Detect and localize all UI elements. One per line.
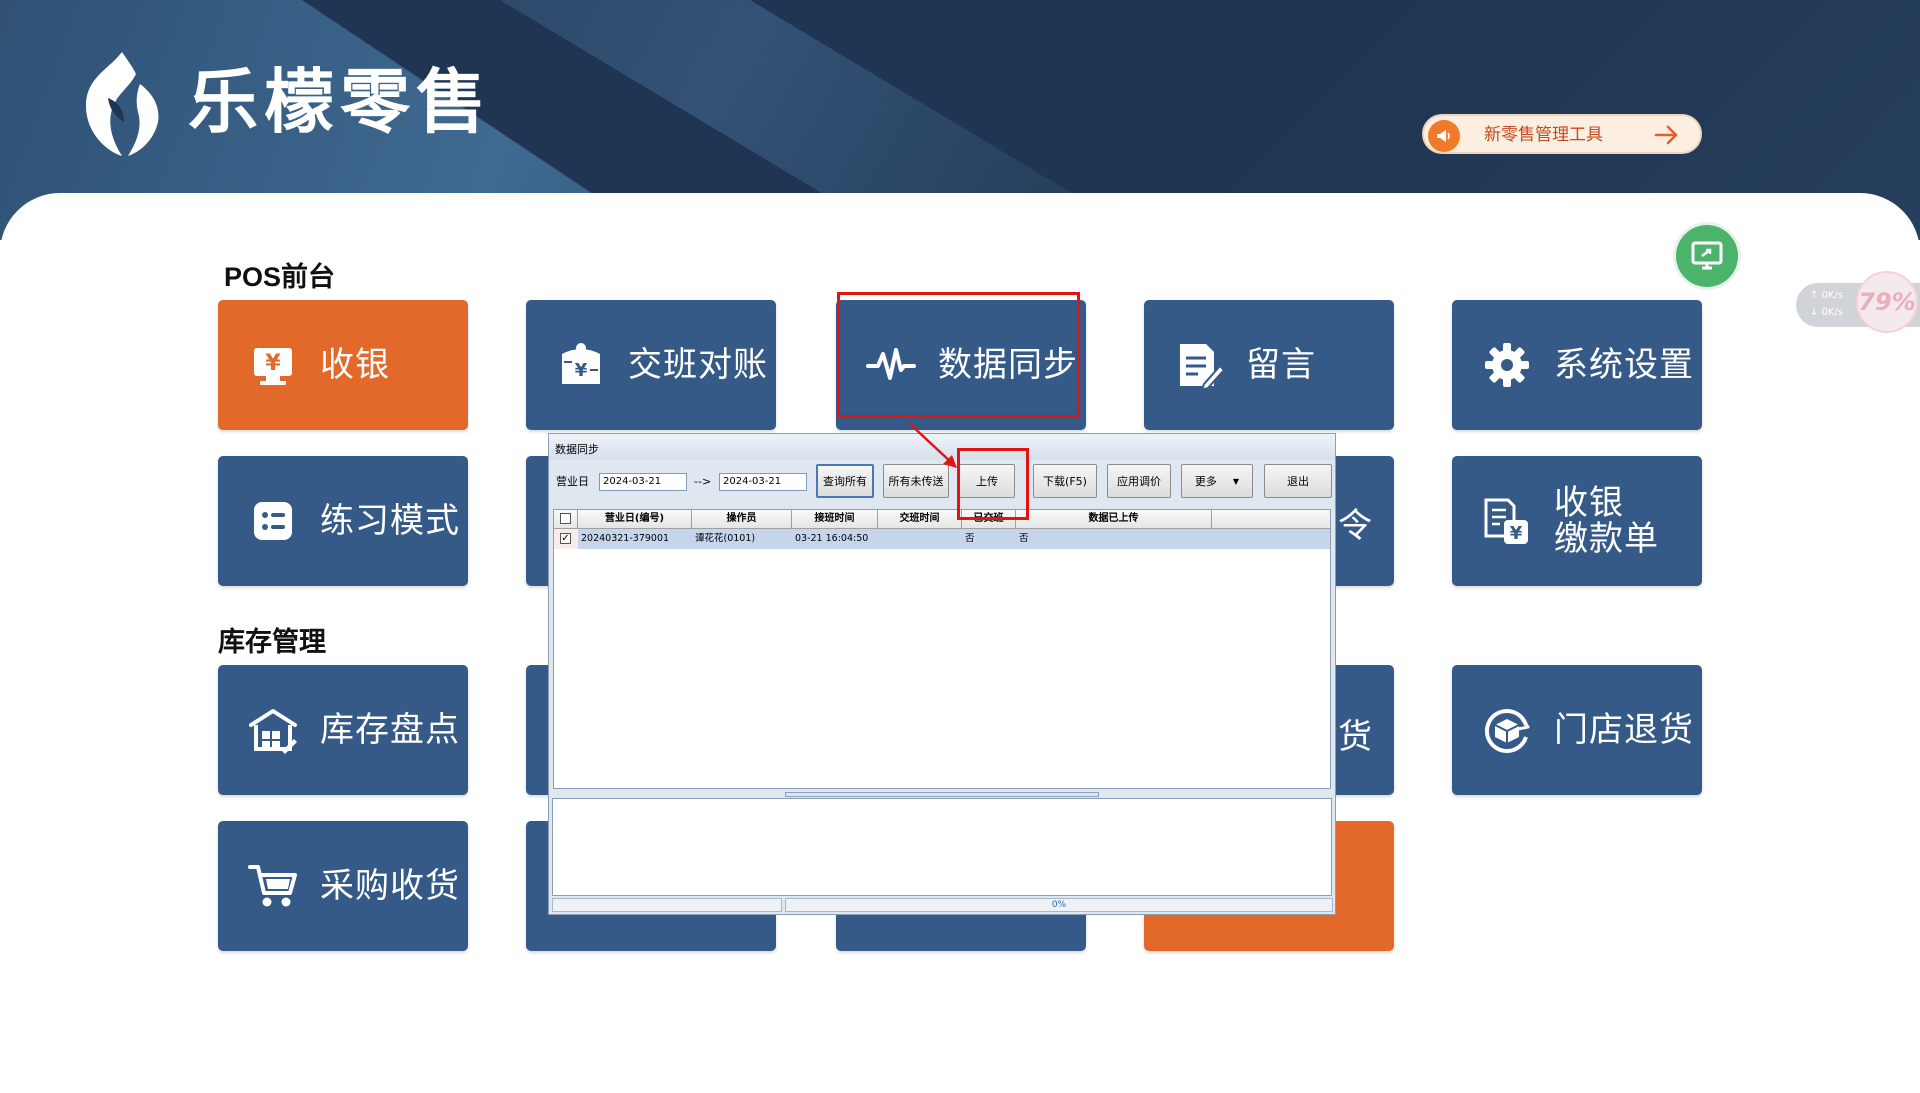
grid-header-row: 营业日(编号) 操作员 接班时间 交班时间 已交班 数据已上传 bbox=[554, 510, 1330, 529]
business-day-label: 营业日 bbox=[556, 475, 589, 488]
highlight-box-data-sync bbox=[837, 292, 1080, 418]
tile-purchase-receive[interactable]: 采购收货 bbox=[218, 821, 468, 951]
tile-practice-mode[interactable]: 练习模式 bbox=[218, 456, 468, 586]
tile-label-line2: 缴款单 bbox=[1554, 519, 1659, 559]
warehouse-icon bbox=[249, 709, 297, 754]
status-bar bbox=[552, 898, 782, 912]
return-box-icon bbox=[1485, 709, 1530, 753]
download-speed: ↓ 0K/s bbox=[1810, 307, 1844, 318]
download-speed-value: 0K/s bbox=[1821, 307, 1844, 318]
reconcile-icon: ¥ bbox=[562, 343, 600, 384]
payment-doc-icon: ¥ bbox=[1484, 498, 1528, 544]
data-sync-dialog: 数据同步 营业日 2024-03-21 --> 2024-03-21 查询所有 … bbox=[548, 433, 1336, 915]
tile-cash-payment[interactable]: ¥ 收银 缴款单 bbox=[1452, 456, 1702, 586]
tile-label: 库存盘点 bbox=[320, 710, 460, 750]
highlight-box-upload bbox=[957, 448, 1029, 520]
date-from-input[interactable]: 2024-03-21 bbox=[599, 473, 687, 491]
more-dropdown-button[interactable]: 更多 ▼ bbox=[1181, 464, 1253, 498]
svg-text:¥: ¥ bbox=[265, 351, 281, 376]
tile-stock-count[interactable]: 库存盘点 bbox=[218, 665, 468, 795]
cell-handed-over: 否 bbox=[965, 533, 975, 544]
shift-data-grid: 营业日(编号) 操作员 接班时间 交班时间 已交班 数据已上传 ✓ 202403… bbox=[553, 509, 1331, 789]
dropdown-arrow-icon: ▼ bbox=[1232, 476, 1240, 486]
arrow-right-icon bbox=[1654, 125, 1678, 145]
tile-shift-reconcile[interactable]: ¥ 交班对账 bbox=[526, 300, 776, 430]
row-checkbox[interactable]: ✓ bbox=[560, 533, 571, 544]
tile-label: 系统设置 bbox=[1554, 345, 1694, 385]
column-header[interactable]: 交班时间 bbox=[878, 510, 962, 528]
row-select-cell: ✓ bbox=[554, 529, 578, 549]
brand-name: 乐檬零售 bbox=[188, 61, 492, 143]
panel-splitter[interactable] bbox=[785, 792, 1099, 797]
sync-progress-bar: 0% bbox=[785, 898, 1333, 912]
download-button[interactable]: 下载(F5) bbox=[1033, 464, 1097, 498]
cell-start-time: 03-21 16:04:50 bbox=[795, 533, 869, 544]
table-row[interactable]: ✓ 20240321-379001 谭花花(0101) 03-21 16:04:… bbox=[554, 529, 1330, 549]
date-separator: --> bbox=[694, 475, 712, 488]
memory-percent-badge: 79% bbox=[1856, 271, 1918, 333]
tile-label: 交班对账 bbox=[628, 345, 768, 385]
column-header[interactable]: 营业日(编号) bbox=[578, 510, 692, 528]
svg-text:¥: ¥ bbox=[575, 360, 588, 381]
tile-label-line1: 收银 bbox=[1554, 483, 1624, 523]
date-to-input[interactable]: 2024-03-21 bbox=[719, 473, 807, 491]
tile-label-partial: 货 bbox=[1338, 717, 1372, 757]
select-all-checkbox[interactable] bbox=[560, 513, 571, 524]
cell-uploaded: 否 bbox=[1019, 533, 1029, 544]
cash-register-icon: ¥ bbox=[254, 348, 292, 385]
query-all-button[interactable]: 查询所有 bbox=[816, 464, 874, 498]
monitor-icon bbox=[1691, 241, 1723, 270]
brand-logo-icon bbox=[86, 52, 159, 156]
column-header[interactable]: 操作员 bbox=[692, 510, 792, 528]
list-icon bbox=[254, 502, 292, 540]
select-all-header bbox=[554, 510, 578, 528]
tile-label: 收银 缴款单 bbox=[1554, 485, 1664, 557]
upload-speed: ↑ 0K/s bbox=[1810, 290, 1844, 301]
tile-system-settings[interactable]: 系统设置 bbox=[1452, 300, 1702, 430]
apply-price-button[interactable]: 应用调价 bbox=[1107, 464, 1171, 498]
tile-label: 练习模式 bbox=[320, 501, 460, 541]
remote-screen-button[interactable] bbox=[1676, 225, 1738, 287]
cell-end-time bbox=[878, 529, 962, 549]
cell-operator: 谭花花(0101) bbox=[695, 533, 756, 544]
gear-icon bbox=[1485, 343, 1529, 387]
tile-cashier[interactable]: ¥ 收银 bbox=[218, 300, 468, 430]
column-header[interactable]: 数据已上传 bbox=[1016, 510, 1212, 528]
new-retail-tool-button[interactable]: 新零售管理工具 bbox=[1422, 114, 1702, 154]
megaphone-icon bbox=[1428, 120, 1460, 152]
section-title-inventory: 库存管理 bbox=[218, 627, 326, 657]
column-header[interactable]: 接班时间 bbox=[792, 510, 878, 528]
note-edit-icon bbox=[1180, 344, 1224, 390]
upload-speed-value: 0K/s bbox=[1821, 290, 1844, 301]
tile-label: 收银 bbox=[320, 345, 390, 385]
svg-text:¥: ¥ bbox=[1510, 523, 1523, 544]
network-speed-widget[interactable]: ↑ 0K/s ↓ 0K/s 79% bbox=[1796, 271, 1920, 333]
tile-label: 留言 bbox=[1246, 345, 1316, 385]
tool-button-label: 新零售管理工具 bbox=[1484, 125, 1603, 145]
dialog-title: 数据同步 bbox=[555, 443, 599, 456]
annotation-arrow-icon bbox=[909, 423, 957, 468]
log-panel bbox=[552, 798, 1332, 896]
section-title-pos: POS前台 bbox=[224, 262, 336, 292]
cell-business-day: 20240321-379001 bbox=[581, 533, 670, 544]
tile-label: 采购收货 bbox=[320, 866, 460, 906]
tile-label: 门店退货 bbox=[1554, 710, 1694, 750]
exit-button[interactable]: 退出 bbox=[1264, 464, 1332, 498]
tile-store-return[interactable]: 门店退货 bbox=[1452, 665, 1702, 795]
tile-label-partial: 令 bbox=[1338, 506, 1372, 546]
shopping-cart-icon bbox=[248, 865, 297, 907]
tile-message[interactable]: 留言 bbox=[1144, 300, 1394, 430]
more-label: 更多 bbox=[1194, 475, 1217, 488]
